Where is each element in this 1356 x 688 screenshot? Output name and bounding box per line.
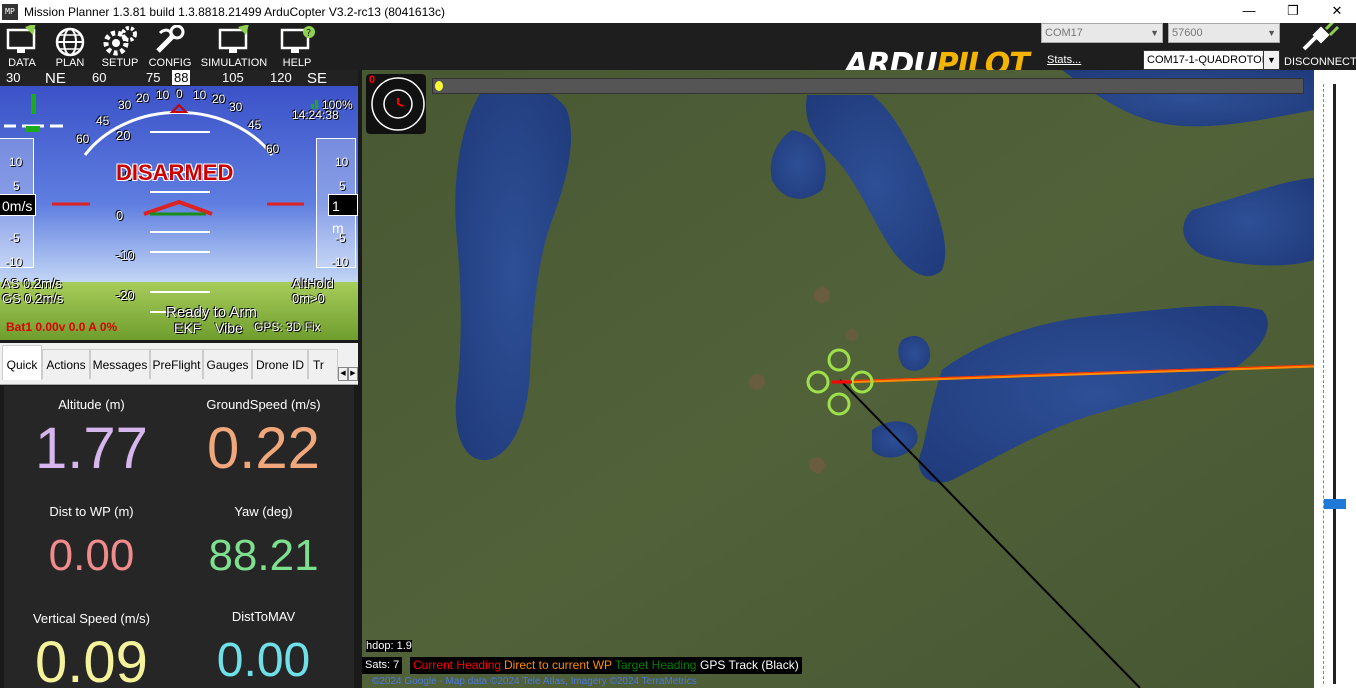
connection-select[interactable]: COM17-1-QUADROTOR ▼ [1143, 50, 1280, 70]
quick-altitude[interactable]: Altitude (m) 1.77 [4, 396, 179, 484]
gears-setup-icon [103, 26, 137, 56]
legend-gps-track: GPS Track (Black) [697, 657, 802, 674]
tab-quick[interactable]: Quick [2, 345, 42, 380]
plug-disconnect-icon [1302, 19, 1340, 51]
minimize-button[interactable]: — [1226, 0, 1272, 23]
zoom-slider-handle[interactable] [1324, 499, 1346, 509]
svg-text:?: ? [306, 28, 311, 39]
toolbar-plan-button[interactable]: PLAN [50, 23, 90, 70]
globe-plan-icon [55, 27, 85, 57]
window-title: Mission Planner 1.3.81 build 1.3.8818.21… [24, 4, 445, 19]
quick-yaw[interactable]: Yaw (deg) 88.21 [176, 503, 351, 591]
restore-button[interactable]: ❐ [1270, 0, 1316, 23]
battery-status: Bat1 0.00v 0.0 A 0% [6, 320, 118, 334]
monitor-help-icon: ? [280, 26, 315, 53]
stats-link[interactable]: Stats... [1047, 54, 1081, 66]
tab-scroll: ◀ ▶ [338, 367, 358, 381]
hud-time: 14:24:38 [292, 108, 339, 122]
chevron-down-icon: ▼ [1263, 51, 1279, 69]
wp-distance: 0m>0 [292, 291, 325, 306]
chevron-down-icon: ▼ [1150, 28, 1159, 38]
altitude-readout: 1 m [328, 194, 358, 236]
map-copyright: ©2024 Google - Map data ©2024 Tele Atlas… [372, 676, 697, 687]
vibe-status[interactable]: Vibe [215, 320, 243, 336]
main-toolbar: DATA PLAN SETUP CONFIG SIMULATION ? HELP… [0, 19, 1356, 80]
sats-readout: Sats: 7 [362, 657, 403, 674]
quick-vertical-speed[interactable]: Vertical Speed (m/s) 0.09 [4, 610, 179, 688]
quick-dist-to-wp[interactable]: Dist to WP (m) 0.00 [4, 503, 179, 591]
data-tabs: Quick Actions Messages PreFlight Gauges … [0, 343, 358, 385]
legend-direct-to-wp: Direct to current WP [501, 657, 616, 674]
gps-status: GPS: 3D Fix [254, 320, 321, 334]
tab-gauges[interactable]: Gauges [203, 349, 252, 379]
toolbar-data-button[interactable]: DATA [2, 23, 42, 70]
tab-messages[interactable]: Messages [90, 349, 150, 379]
monitor-simulation-icon [218, 25, 249, 53]
quick-dist-to-mav[interactable]: DistToMAV 0.00 [176, 608, 351, 688]
tab-preflight[interactable]: PreFlight [150, 349, 203, 379]
title-bar: MP Mission Planner 1.3.81 build 1.3.8818… [0, 0, 1356, 23]
disconnect-button[interactable]: DISCONNECT [1284, 19, 1356, 70]
zoom-slider-track[interactable] [1333, 84, 1336, 684]
ekf-status[interactable]: EKF [174, 320, 201, 336]
hud-display[interactable]: 30 NE 60 75 88 105 120 SE 60 45 30 20 10 [0, 70, 358, 340]
airspeed-readout: 0m/s [0, 194, 37, 216]
toolbar-help-button[interactable]: ? HELP [276, 23, 318, 70]
legend-target-heading: Target Heading [612, 657, 700, 674]
heading-compass-icon [371, 77, 425, 131]
wrench-config-icon [156, 25, 185, 53]
airspeed-text: AS 0.2m/s [2, 276, 62, 291]
tab-transponder[interactable]: Tr [308, 349, 338, 379]
map-imagery [362, 70, 1314, 688]
app-icon: MP [2, 3, 18, 20]
toolbar-config-button[interactable]: CONFIG [148, 23, 192, 70]
tab-scroll-right-button[interactable]: ▶ [348, 367, 358, 381]
chevron-down-icon: ▼ [1267, 28, 1276, 38]
com-port-select[interactable]: COM17 ▼ [1041, 23, 1163, 43]
tab-actions[interactable]: Actions [42, 349, 90, 379]
disarmed-status: DISARMED [116, 160, 234, 185]
flight-mode: AltHold [292, 276, 334, 291]
close-button[interactable]: ✕ [1314, 0, 1356, 23]
toolbar-setup-button[interactable]: SETUP [98, 23, 142, 70]
tab-drone-id[interactable]: Drone ID [252, 349, 308, 379]
quick-panel: Altitude (m) 1.77 GroundSpeed (m/s) 0.22… [4, 386, 354, 688]
tab-scroll-left-button[interactable]: ◀ [338, 367, 348, 381]
legend-current-heading: Current Heading [410, 657, 505, 674]
map-area: 0 hdop: 1.9 Sats: 7 Current Heading Dire… [362, 70, 1356, 688]
mini-heading-display: 0 [366, 74, 426, 134]
ready-to-arm: Ready to Arm [166, 304, 257, 321]
progress-marker [435, 81, 443, 91]
satellite-map[interactable]: 0 hdop: 1.9 Sats: 7 Current Heading Dire… [362, 70, 1314, 688]
quick-groundspeed[interactable]: GroundSpeed (m/s) 0.22 [176, 396, 351, 484]
hdop-readout: hdop: 1.9 [366, 640, 412, 652]
zoom-slider-ticks [1323, 84, 1330, 684]
baud-rate-select[interactable]: 57600 ▼ [1168, 23, 1280, 43]
map-progress-bar [432, 78, 1304, 94]
groundspeed-text: GS 0.2m/s [2, 291, 64, 306]
toolbar-simulation-button[interactable]: SIMULATION [200, 23, 268, 70]
data-monitor-icon [6, 25, 36, 53]
